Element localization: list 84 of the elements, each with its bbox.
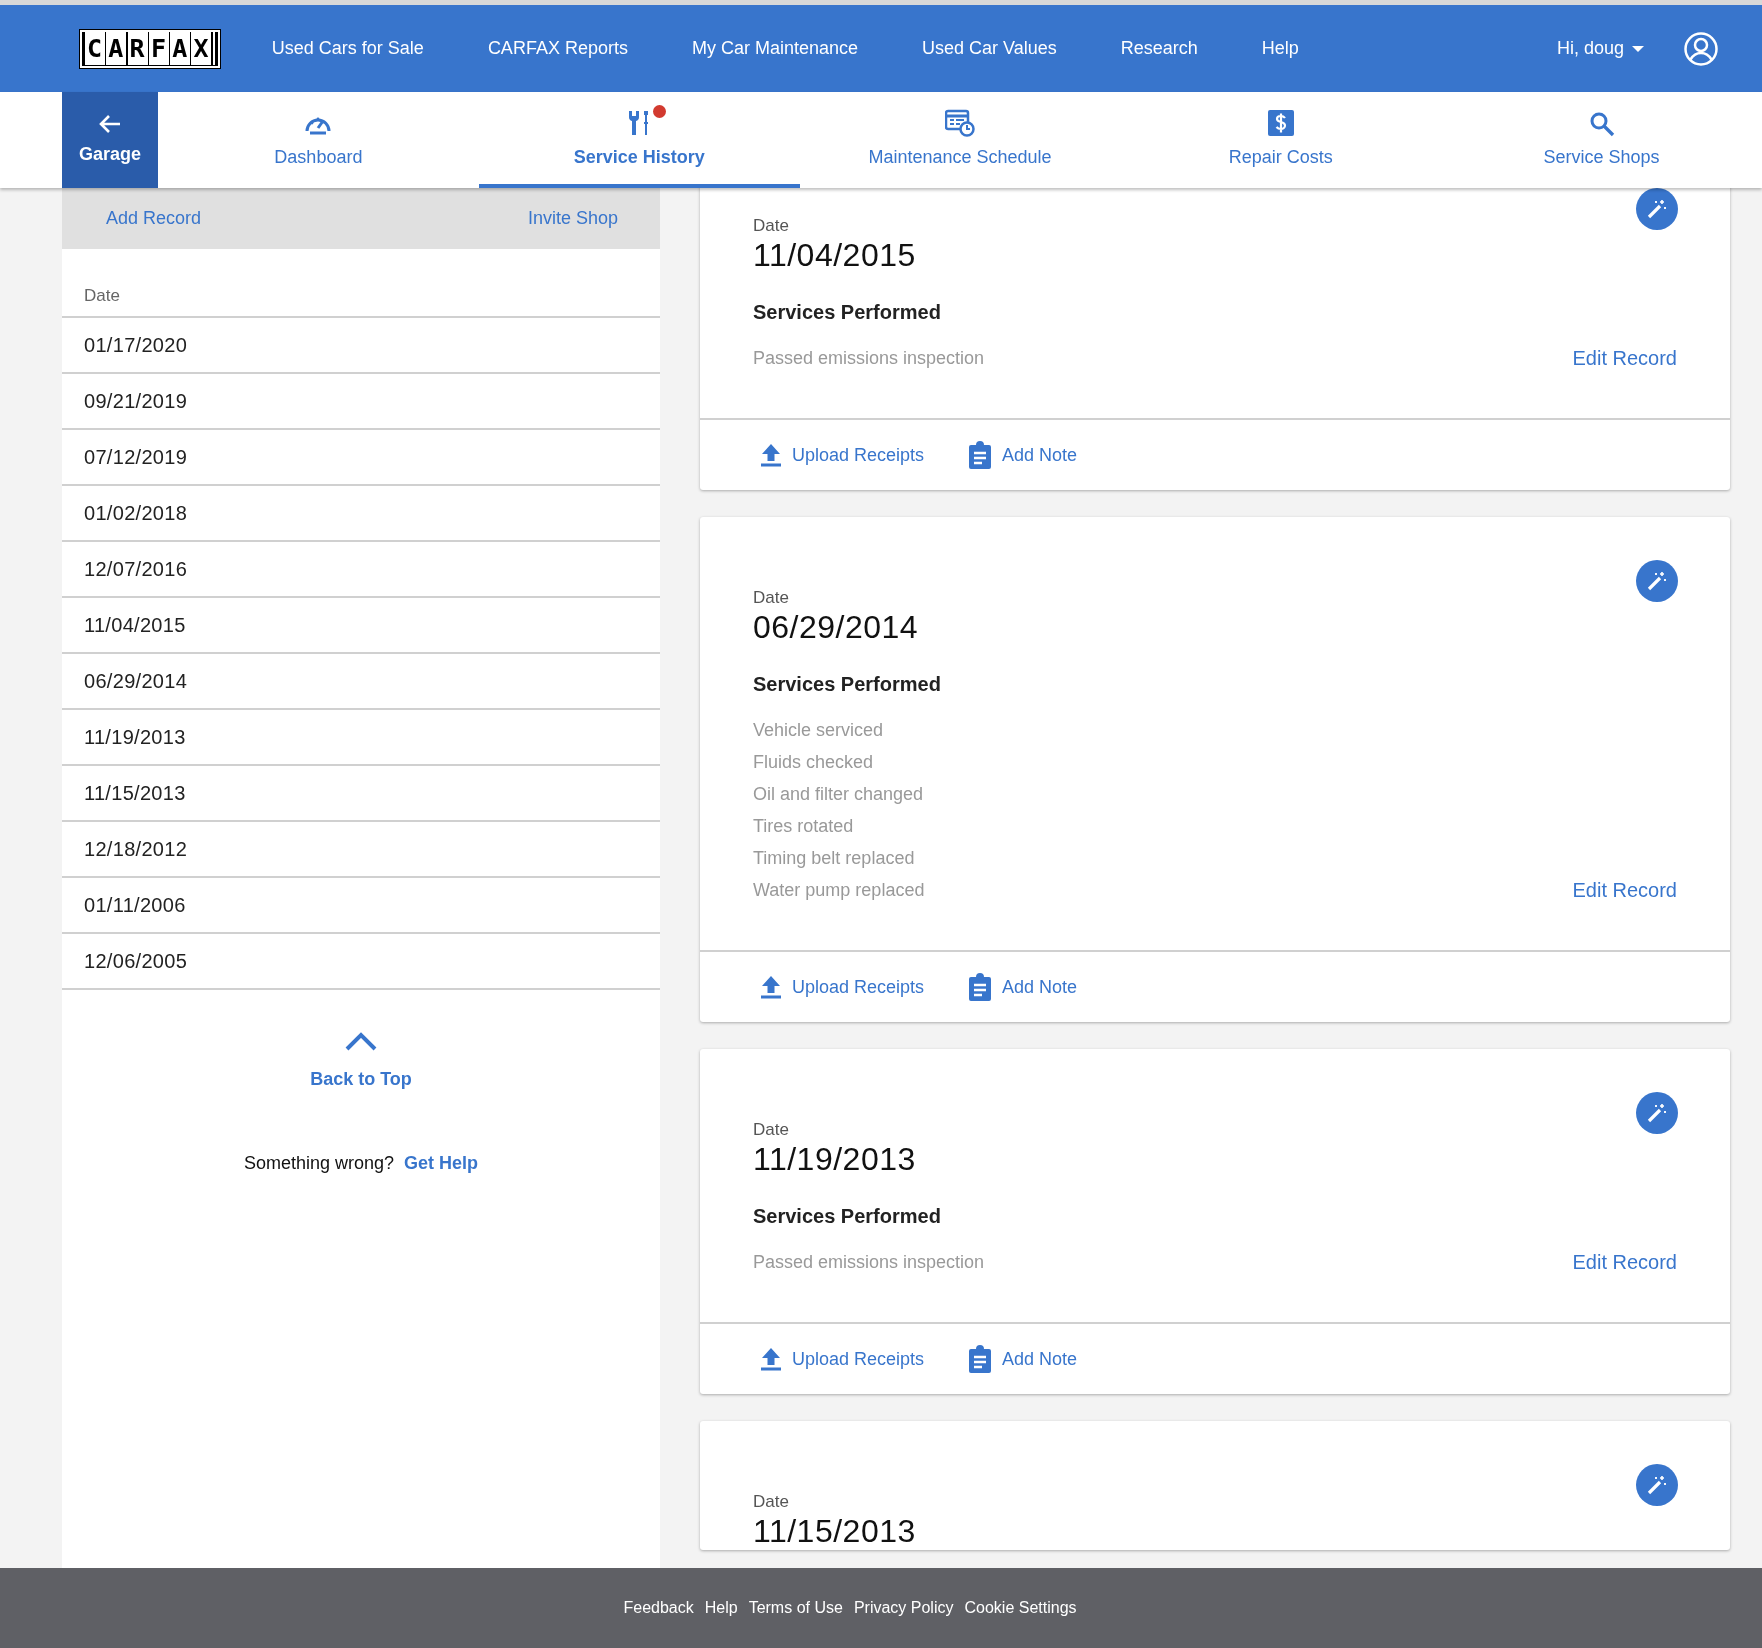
nav-tab[interactable]: Maintenance Schedule [799,92,1121,188]
date-row[interactable]: 11/04/2015 [62,598,660,654]
service-item: Passed emissions inspection [753,1251,985,1274]
upload-icon [760,443,782,467]
get-help-link[interactable]: Get Help [404,1153,479,1174]
edit-record-link[interactable]: Edit Record [1572,874,1677,906]
search-icon [1588,111,1615,137]
footer-link[interactable]: Help [704,1599,738,1617]
back-arrow-icon [99,113,121,134]
caret-icon[interactable] [1632,44,1644,53]
service-item: Oil and filter changed [753,783,925,806]
date-row[interactable]: 07/12/2019 [62,430,660,486]
date-row[interactable]: 12/18/2012 [62,822,660,878]
action-link[interactable]: Invite Shop [527,208,618,229]
nav-link[interactable]: Used Cars for Sale [271,38,424,59]
nav-link[interactable]: Help [1261,38,1299,59]
nav-tab[interactable]: Repair Costs [1120,92,1442,188]
date-row[interactable]: 01/02/2018 [62,486,660,542]
add-note-button[interactable]: Add Note [968,441,1078,469]
service-item: Water pump replaced [753,879,925,902]
edit-record-link[interactable]: Edit Record [1572,342,1677,374]
footer-link[interactable]: Cookie Settings [964,1599,1077,1617]
record-date: 11/15/2013 [753,1512,916,1550]
date-label: Date [753,1492,789,1512]
date-row[interactable]: 11/19/2013 [62,710,660,766]
date-row[interactable]: 01/11/2006 [62,878,660,934]
record-date: 11/19/2013 [753,1140,916,1178]
user-greeting[interactable]: Hi, doug [1556,38,1624,59]
help-prompt: Something wrong? [243,1153,395,1174]
magic-wand-button[interactable] [1636,188,1678,230]
footer-link[interactable]: Privacy Policy [853,1599,954,1617]
nav-link[interactable]: Research [1120,38,1198,59]
chevron-up-icon [345,1031,377,1051]
nav-tab[interactable]: Dashboard [158,92,479,188]
upload-icon [760,975,782,999]
service-item: Fluids checked [753,751,875,774]
date-row[interactable]: 01/17/2020 [62,318,660,374]
service-item: Vehicle serviced [753,719,885,742]
magic-wand-button[interactable] [1636,560,1678,602]
footer-link[interactable]: Feedback [623,1599,694,1617]
clipboard-icon [968,1345,993,1373]
clipboard-icon [968,441,993,469]
magic-wand-button[interactable] [1636,1464,1678,1506]
dollar-icon [1266,109,1295,137]
back-to-top-button[interactable]: Back to Top [304,1030,418,1091]
calendar-clock-icon [945,109,975,137]
date-row[interactable]: 12/06/2005 [62,934,660,990]
edit-record-link[interactable]: Edit Record [1572,1246,1677,1278]
date-label: Date [753,216,789,236]
section-heading: Services Performed [753,1204,941,1228]
date-label: Date [753,588,789,608]
date-row[interactable]: 12/07/2016 [62,542,660,598]
service-item: Passed emissions inspection [753,347,985,370]
date-label: Date [753,1120,789,1140]
magic-wand-icon [1646,1474,1668,1496]
upload-receipts-button[interactable]: Upload Receipts [760,1347,925,1371]
action-link[interactable]: Add Record [106,208,202,229]
record-date: 11/04/2015 [753,236,916,274]
upload-receipts-button[interactable]: Upload Receipts [760,975,925,999]
date-row[interactable]: 11/15/2013 [62,766,660,822]
clipboard-icon [968,973,993,1001]
service-item: Tires rotated [753,815,855,838]
add-note-button[interactable]: Add Note [968,973,1078,1001]
magic-wand-button[interactable] [1636,1092,1678,1134]
add-note-button[interactable]: Add Note [968,1345,1078,1373]
avatar-icon[interactable] [1684,31,1718,66]
upload-icon [760,1347,782,1371]
column-header: Date [62,249,660,318]
section-heading: Services Performed [753,300,941,324]
record-date: 06/29/2014 [753,608,919,646]
nav-link[interactable]: My Car Maintenance [691,38,858,59]
upload-receipts-button[interactable]: Upload Receipts [760,443,925,467]
magic-wand-icon [1646,1102,1668,1124]
section-heading: Services Performed [753,672,941,696]
service-item: Timing belt replaced [753,847,916,870]
nav-link[interactable]: Used Car Values [922,38,1057,59]
nav-tab[interactable]: Service Shops [1441,92,1762,188]
footer-link[interactable]: Terms of Use [748,1599,843,1617]
magic-wand-icon [1646,570,1668,592]
garage-back-button[interactable]: Garage [62,92,158,188]
date-row[interactable]: 06/29/2014 [62,654,660,710]
date-row[interactable]: 09/21/2019 [62,374,660,430]
magic-wand-icon [1646,198,1668,220]
nav-link[interactable]: CARFAX Reports [487,38,628,59]
